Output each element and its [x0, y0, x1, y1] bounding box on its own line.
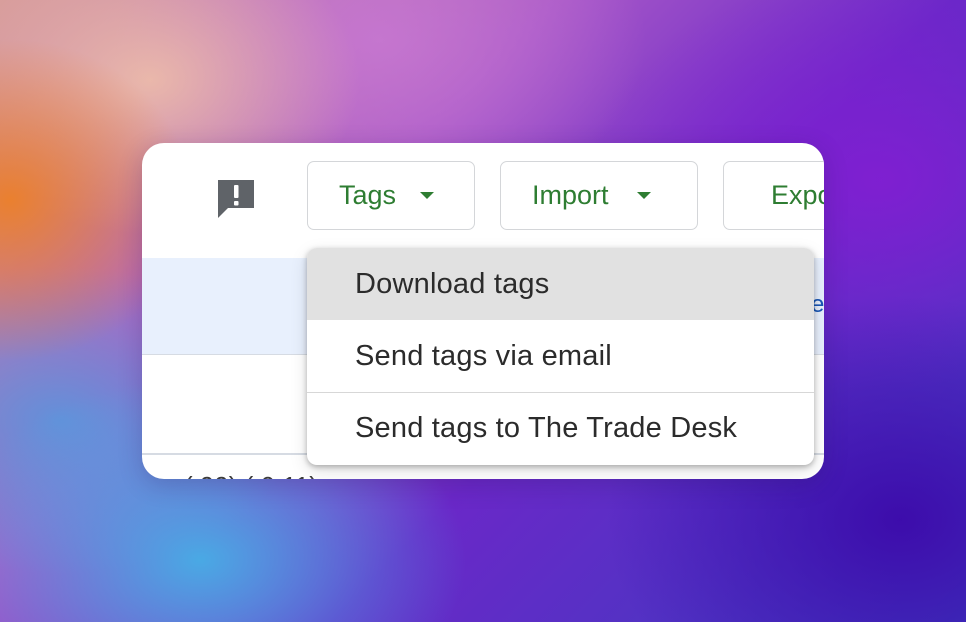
- export-button-label: Expo: [771, 180, 824, 210]
- table-row-text: ( 99) ( 0 11): [184, 471, 318, 479]
- tags-button[interactable]: Tags: [307, 161, 475, 230]
- chevron-down-icon: [636, 192, 651, 199]
- import-button[interactable]: Import: [500, 161, 698, 230]
- chevron-down-icon: [420, 192, 435, 199]
- menu-item-send-tags-trade-desk[interactable]: Send tags to The Trade Desk: [307, 392, 814, 464]
- tags-dropdown-menu: Download tags Send tags via email Send t…: [307, 248, 814, 465]
- feedback-icon[interactable]: [214, 176, 258, 220]
- export-button[interactable]: Expo: [723, 161, 824, 230]
- menu-item-download-tags[interactable]: Download tags: [307, 248, 814, 320]
- import-button-label: Import: [532, 180, 609, 210]
- app-panel: Tags Import Expo e ( 99) ( 0 11) Downloa…: [142, 143, 824, 479]
- menu-item-send-tags-email[interactable]: Send tags via email: [307, 320, 814, 392]
- tags-button-label: Tags: [339, 180, 397, 210]
